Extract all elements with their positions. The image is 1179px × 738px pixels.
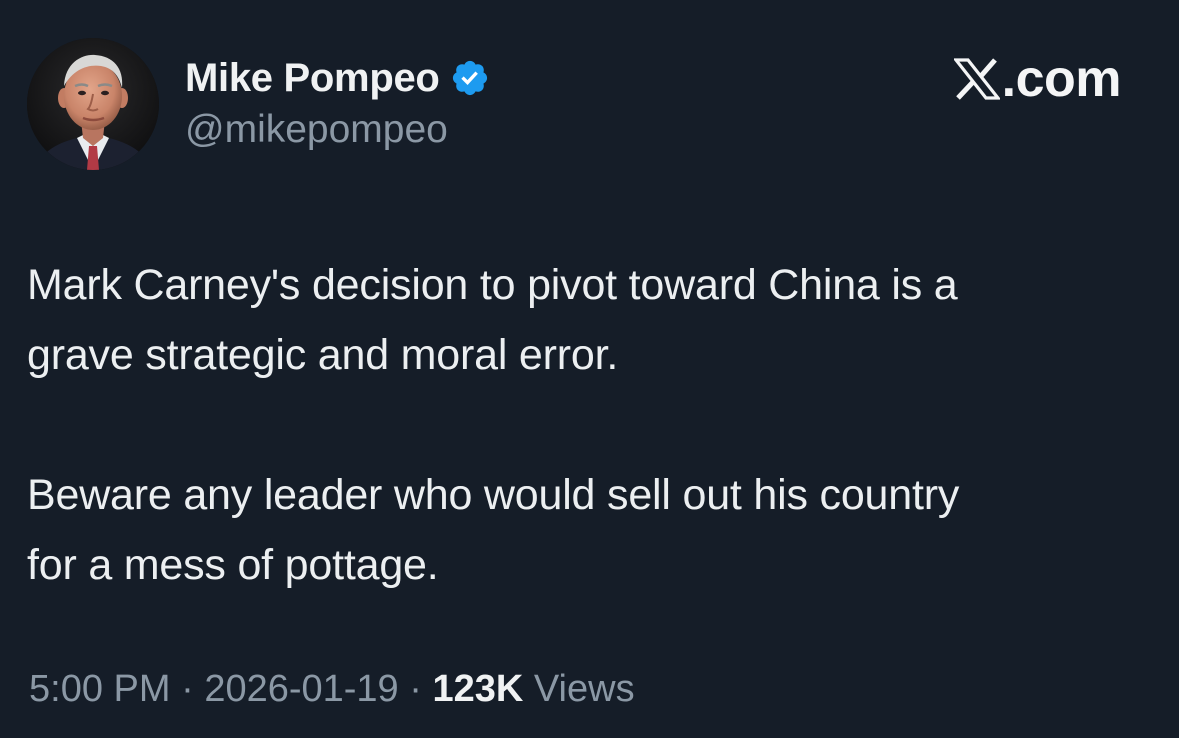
tweet-line: Mark Carney's decision to pivot toward C… <box>27 261 958 309</box>
tweet-metadata: 5:00 PM · 2026-01-19 · 123K Views <box>29 668 635 711</box>
views-label: Views <box>533 668 635 710</box>
avatar-portrait-image <box>27 38 159 170</box>
tweet-card: Mike Pompeo @mikepompeo .com Mark Carney… <box>0 0 1179 738</box>
tweet-line: Beware any leader who would sell out his… <box>27 471 960 519</box>
views-count: 123K <box>432 668 524 710</box>
brand-domain-text: .com <box>1001 50 1122 108</box>
x-logo-icon <box>953 58 1000 100</box>
tweet-line: grave strategic and moral error. <box>27 331 619 379</box>
author-name-row: Mike Pompeo <box>185 54 490 102</box>
tweet-time[interactable]: 5:00 PM <box>29 668 171 710</box>
author-avatar[interactable] <box>27 38 159 170</box>
author-handle[interactable]: @mikepompeo <box>185 108 448 152</box>
author-display-name[interactable]: Mike Pompeo <box>185 56 440 101</box>
brand-mark: .com <box>953 50 1122 108</box>
meta-separator: · <box>409 668 422 710</box>
meta-separator: · <box>181 668 194 710</box>
tweet-line: for a mess of pottage. <box>27 541 439 589</box>
tweet-date[interactable]: 2026-01-19 <box>204 668 398 710</box>
verified-badge-icon[interactable] <box>450 58 490 98</box>
tweet-text: Mark Carney's decision to pivot toward C… <box>27 250 1157 600</box>
